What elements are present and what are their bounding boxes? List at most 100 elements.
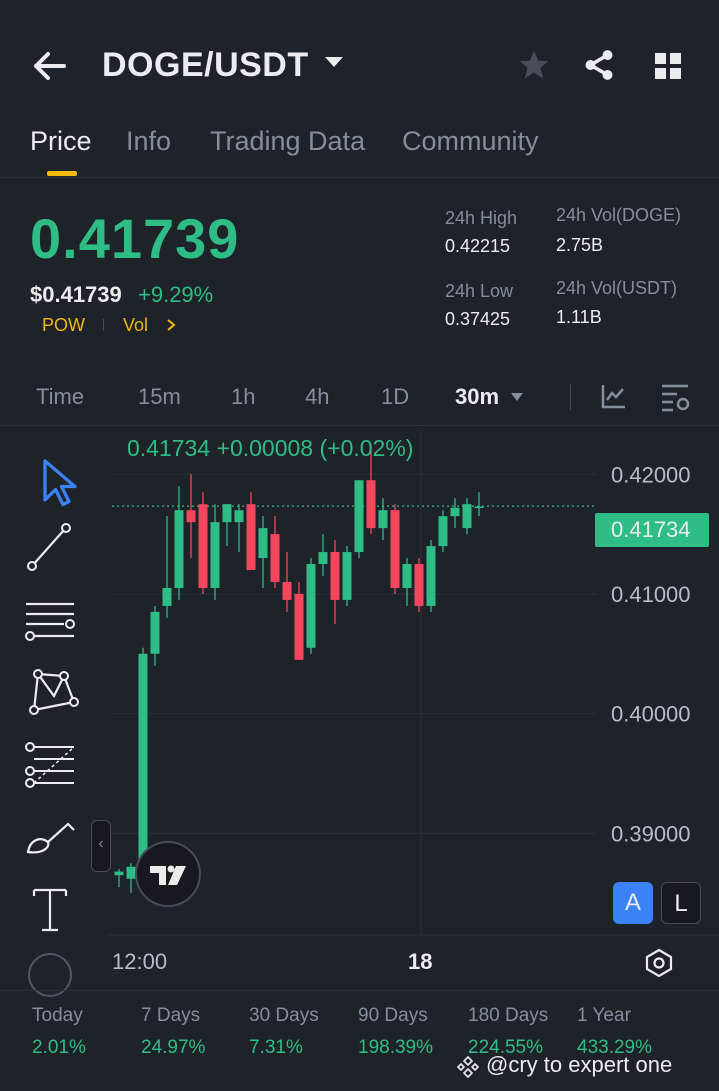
interval-divider bbox=[570, 384, 571, 410]
brush-icon[interactable] bbox=[20, 810, 80, 870]
candle-body bbox=[354, 480, 364, 553]
tv-logo-icon bbox=[150, 865, 186, 885]
tag-divider bbox=[103, 319, 104, 331]
grid-menu-icon[interactable] bbox=[653, 51, 683, 81]
tab-price[interactable]: Price bbox=[30, 126, 92, 157]
perf-value: 7.31% bbox=[249, 1037, 303, 1058]
perf-today: Today 2.01% bbox=[32, 1005, 86, 1059]
perf-label: 7 Days bbox=[141, 1005, 201, 1026]
caret-down-icon[interactable] bbox=[324, 55, 344, 69]
tradingview-logo bbox=[135, 841, 201, 907]
current-price-tag: 0.41734 bbox=[595, 513, 709, 547]
ohlc-readout: 0.41734 +0.00008 (+0.02%) bbox=[127, 435, 414, 461]
back-arrow-icon[interactable] bbox=[30, 48, 70, 84]
perf-label: 30 Days bbox=[249, 1005, 319, 1026]
stat-low-label: 24h Low bbox=[445, 281, 514, 301]
binance-logo-icon bbox=[456, 1055, 480, 1079]
candle-body bbox=[342, 552, 352, 600]
candle-body bbox=[330, 552, 340, 600]
chart-settings-icon[interactable] bbox=[659, 381, 691, 413]
horizontal-lines-icon[interactable] bbox=[20, 590, 80, 650]
perf-180d: 180 Days 224.55% bbox=[468, 1005, 548, 1059]
candle-body bbox=[234, 510, 244, 523]
interval-time[interactable]: Time bbox=[36, 384, 84, 410]
candle-body bbox=[426, 546, 436, 606]
tab-info[interactable]: Info bbox=[126, 126, 171, 157]
stat-vol-base-label: 24h Vol(DOGE) bbox=[556, 205, 682, 225]
candle-body bbox=[282, 581, 292, 600]
interval-15m[interactable]: 15m bbox=[138, 384, 181, 410]
x-tick-label: 12:00 bbox=[112, 949, 168, 974]
candle-body bbox=[174, 510, 184, 588]
interval-30m[interactable]: 30m bbox=[455, 384, 499, 410]
candle-body bbox=[150, 611, 160, 654]
perf-label: 180 Days bbox=[468, 1005, 549, 1026]
candle-body bbox=[162, 587, 172, 606]
candle-body bbox=[198, 504, 208, 588]
candle-body bbox=[474, 506, 484, 509]
perf-value: 24.97% bbox=[141, 1037, 206, 1058]
y-tick-label: 0.41000 bbox=[611, 582, 691, 607]
candle-body bbox=[306, 564, 316, 648]
candle-body bbox=[402, 564, 412, 588]
trend-line-icon[interactable] bbox=[20, 520, 80, 580]
candle-body bbox=[270, 534, 280, 582]
tab-community[interactable]: Community bbox=[402, 126, 539, 157]
interval-bar: Time 15m 1h 4h 1D 30m bbox=[0, 370, 719, 426]
indicator-icon[interactable] bbox=[600, 382, 628, 410]
stat-vol-quote-label: 24h Vol(USDT) bbox=[556, 278, 678, 298]
perf-value: 198.39% bbox=[358, 1037, 434, 1058]
stat-high-label: 24h High bbox=[445, 208, 518, 228]
tag-pow[interactable]: POW bbox=[42, 315, 85, 336]
candle-body bbox=[378, 510, 388, 529]
perf-1y: 1 Year 433.29% bbox=[577, 1005, 652, 1059]
tab-bar: Price Info Trading Data Community bbox=[0, 118, 719, 178]
auto-scale-button[interactable]: A bbox=[613, 882, 653, 924]
interval-1d[interactable]: 1D bbox=[381, 384, 409, 410]
interval-4h[interactable]: 4h bbox=[305, 384, 329, 410]
cursor-icon[interactable] bbox=[30, 452, 90, 512]
watermark-text: @cry to expert one bbox=[486, 1052, 673, 1077]
stat-vol-quote-value: 1.11B bbox=[556, 307, 602, 327]
chart-type-icon[interactable] bbox=[643, 947, 675, 979]
candle-body bbox=[366, 480, 376, 529]
candle-body bbox=[210, 522, 220, 588]
share-icon[interactable] bbox=[582, 48, 616, 82]
tab-trading-data[interactable]: Trading Data bbox=[210, 126, 365, 157]
perf-90d: 90 Days 198.39% bbox=[358, 1005, 433, 1059]
log-scale-button[interactable]: L bbox=[661, 882, 701, 924]
perf-label: 1 Year bbox=[577, 1005, 631, 1026]
y-tick-label: 0.40000 bbox=[611, 702, 691, 727]
interval-caret-icon[interactable] bbox=[510, 392, 524, 402]
candle-body bbox=[294, 593, 304, 660]
candle-body bbox=[450, 507, 460, 517]
chevron-right-icon[interactable] bbox=[166, 319, 176, 331]
text-tool-icon[interactable] bbox=[20, 880, 80, 940]
x-tick-label: 18 bbox=[408, 949, 433, 974]
pair-title[interactable]: DOGE/USDT bbox=[102, 46, 309, 85]
tag-vol[interactable]: Vol bbox=[123, 315, 148, 336]
change-percent: +9.29% bbox=[138, 282, 214, 307]
star-icon[interactable] bbox=[517, 48, 551, 82]
candle-body bbox=[138, 653, 148, 870]
y-tick-label: 0.42000 bbox=[611, 462, 691, 487]
candle-body bbox=[438, 516, 448, 547]
candle-body bbox=[258, 528, 268, 559]
stat-vol-base-value: 2.75B bbox=[556, 235, 604, 255]
perf-7d: 7 Days 24.97% bbox=[141, 1005, 205, 1059]
stat-high-value: 0.42215 bbox=[445, 236, 511, 256]
candle-body bbox=[414, 564, 424, 606]
stat-low-value: 0.37425 bbox=[445, 309, 511, 329]
collapse-toolbar-button[interactable]: ‹ bbox=[91, 820, 111, 872]
candle-body bbox=[114, 871, 124, 876]
fib-retracement-icon[interactable] bbox=[20, 735, 80, 795]
candle-body bbox=[222, 504, 232, 523]
x-axis: 12:00 18 bbox=[106, 935, 719, 989]
interval-1h[interactable]: 1h bbox=[231, 384, 255, 410]
pattern-icon[interactable] bbox=[20, 662, 80, 722]
y-tick-label: 0.39000 bbox=[611, 821, 691, 846]
usd-price: $0.41739 bbox=[30, 282, 122, 307]
candle-body bbox=[462, 504, 472, 529]
candle-body bbox=[318, 552, 328, 565]
candle-body bbox=[246, 504, 256, 571]
